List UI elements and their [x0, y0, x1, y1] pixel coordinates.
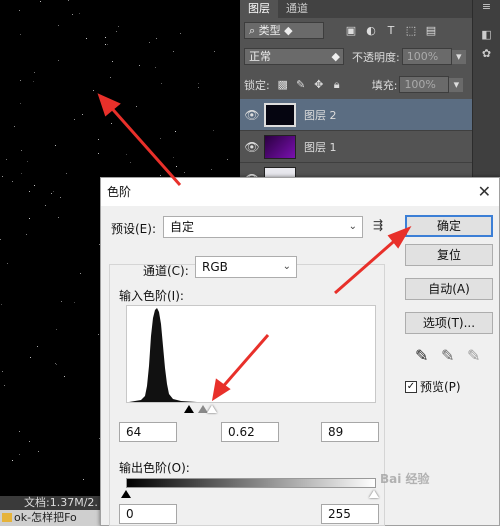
- watermark: Bai 经验: [380, 472, 430, 486]
- annotation-arrow: [334, 234, 401, 295]
- annotation-arrow: [106, 103, 182, 186]
- annotation-layer: [97, 93, 412, 402]
- annotation-arrow: [218, 334, 270, 391]
